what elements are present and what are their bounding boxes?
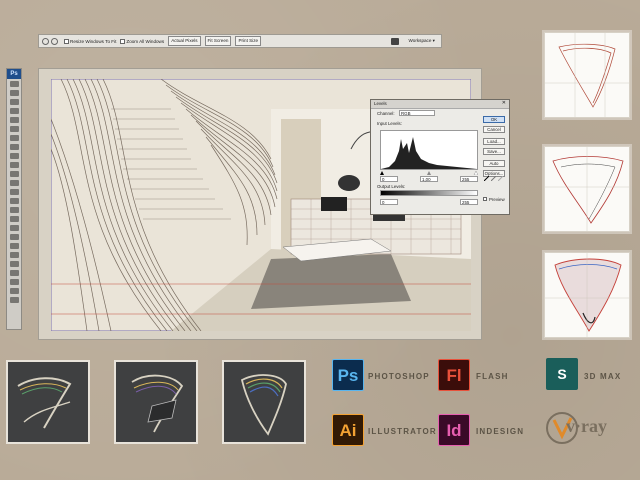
type-tool-icon[interactable] xyxy=(9,216,19,222)
actual-pixels-button[interactable]: Actual Pixels xyxy=(168,36,201,46)
eyedropper-tool-icon[interactable] xyxy=(9,252,19,258)
model-thumbnail-1 xyxy=(6,360,90,444)
shape-tool-icon[interactable] xyxy=(9,234,19,240)
input-black-field[interactable]: 0 xyxy=(380,176,398,182)
zoom-tool-icon[interactable] xyxy=(9,270,19,276)
zoom-out-icon[interactable] xyxy=(51,37,58,45)
sketch-thumbnail-1 xyxy=(544,32,630,118)
preview-label: Preview xyxy=(489,197,505,202)
sketch-thumbnail-3 xyxy=(544,252,630,338)
save-button[interactable]: Save... xyxy=(483,148,505,155)
zoom-in-icon[interactable] xyxy=(42,37,49,45)
move-tool-icon[interactable] xyxy=(9,81,19,87)
load-button[interactable]: Load... xyxy=(483,138,505,145)
brush-tool-icon[interactable] xyxy=(9,144,19,150)
model-thumbnail-3 xyxy=(222,360,306,444)
hand-tool-icon[interactable] xyxy=(9,261,19,267)
output-levels-label: Output Levels: xyxy=(377,184,406,189)
slice-tool-icon[interactable] xyxy=(9,126,19,132)
notes-tool-icon[interactable] xyxy=(9,243,19,249)
wand-tool-icon[interactable] xyxy=(9,108,19,114)
eraser-tool-icon[interactable] xyxy=(9,171,19,177)
zoom-all-label: Zoom All Windows xyxy=(126,38,165,44)
stamp-tool-icon[interactable] xyxy=(9,153,19,159)
ok-button[interactable]: OK xyxy=(483,116,505,123)
histogram xyxy=(380,130,478,170)
sketch-thumbnail-2 xyxy=(544,146,630,232)
flash-icon: Fl xyxy=(438,359,470,391)
pen-tool-icon[interactable] xyxy=(9,207,19,213)
resize-windows-checkbox[interactable] xyxy=(64,38,69,44)
fit-screen-button[interactable]: Fit Screen xyxy=(204,36,232,46)
options-bar: Resize Windows To Fit Zoom All Windows A… xyxy=(38,34,442,48)
white-eyedropper-icon[interactable] xyxy=(498,176,503,181)
model-thumbnail-2 xyxy=(114,360,198,444)
crop-tool-icon[interactable] xyxy=(9,117,19,123)
cancel-button[interactable]: Cancel xyxy=(483,126,505,133)
resize-windows-label: Resize Windows To Fit xyxy=(70,38,117,44)
screen-mode-icon[interactable] xyxy=(9,297,19,303)
output-black-field[interactable]: 0 xyxy=(380,199,398,205)
output-slider[interactable] xyxy=(380,190,478,196)
workspace-menu[interactable]: Workspace ▾ xyxy=(409,38,435,44)
healing-tool-icon[interactable] xyxy=(9,135,19,141)
illustrator-icon: Ai xyxy=(332,414,364,446)
auto-button[interactable]: Auto xyxy=(483,160,505,167)
channel-label: Channel: xyxy=(377,111,395,116)
channel-select[interactable]: RGB xyxy=(399,110,435,116)
3ds-max-label: 3D MAX xyxy=(584,372,622,381)
briefcase-icon[interactable] xyxy=(391,38,399,45)
close-icon[interactable]: ✕ xyxy=(502,100,506,106)
photoshop-icon: Ps xyxy=(332,359,364,391)
quick-mask-icon[interactable] xyxy=(9,288,19,294)
illustrator-label: ILLUSTRATOR xyxy=(368,427,437,436)
photoshop-logo: Ps xyxy=(7,69,21,79)
flash-label: FLASH xyxy=(476,372,509,381)
input-levels-label: Input Levels: xyxy=(377,121,402,126)
input-gamma-field[interactable]: 1,00 xyxy=(420,176,438,182)
levels-title: Levels xyxy=(371,100,509,109)
print-size-button[interactable]: Print Size xyxy=(235,36,262,46)
tools-palette: Ps xyxy=(6,68,22,330)
gray-eyedropper-icon[interactable] xyxy=(491,176,496,181)
input-slider[interactable] xyxy=(380,170,479,176)
levels-dialog: Levels ✕ Channel: RGB Input Levels: 0 1,… xyxy=(370,99,510,215)
preview-checkbox[interactable] xyxy=(483,197,487,201)
input-white-field[interactable]: 255 xyxy=(460,176,478,182)
output-white-field[interactable]: 255 xyxy=(460,199,478,205)
gradient-tool-icon[interactable] xyxy=(9,180,19,186)
zoom-all-checkbox[interactable] xyxy=(120,38,126,44)
black-eyedropper-icon[interactable] xyxy=(484,176,489,181)
marquee-tool-icon[interactable] xyxy=(9,90,19,96)
lasso-tool-icon[interactable] xyxy=(9,99,19,105)
indesign-label: INDESIGN xyxy=(476,427,525,436)
dodge-tool-icon[interactable] xyxy=(9,198,19,204)
vray-label: v·ray xyxy=(566,416,607,436)
color-swatch-icon[interactable] xyxy=(9,279,19,285)
indesign-icon: Id xyxy=(438,414,470,446)
path-select-icon[interactable] xyxy=(9,225,19,231)
3ds-max-icon: S xyxy=(546,358,578,390)
blur-tool-icon[interactable] xyxy=(9,189,19,195)
history-brush-icon[interactable] xyxy=(9,162,19,168)
photoshop-label: PHOTOSHOP xyxy=(368,372,430,381)
